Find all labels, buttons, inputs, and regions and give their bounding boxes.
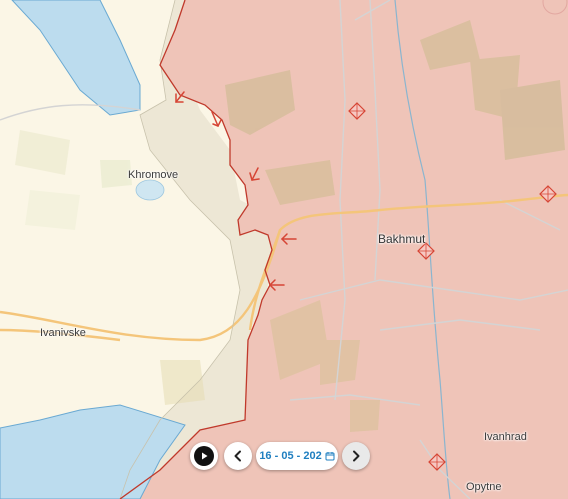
place-label-khromove: Khromove (128, 169, 179, 181)
khromove-pond (135, 179, 165, 201)
chevron-left-icon (234, 450, 241, 462)
place-label-ivanhrad: Ivanhrad (484, 431, 527, 443)
next-date-button[interactable] (342, 442, 370, 470)
map-canvas[interactable] (0, 0, 568, 499)
play-icon (194, 446, 214, 466)
date-value: 16 - 05 - 202 (259, 450, 322, 462)
play-button[interactable] (190, 442, 218, 470)
place-label-ivanivske: Ivanivske (40, 327, 86, 339)
chevron-right-icon (353, 450, 360, 462)
place-label-opytne: Opytne (466, 481, 502, 493)
place-label-bakhmut: Bakhmut (378, 232, 426, 246)
previous-date-button[interactable] (224, 442, 252, 470)
calendar-icon (325, 452, 335, 461)
date-picker[interactable]: 16 - 05 - 202 (256, 442, 338, 470)
